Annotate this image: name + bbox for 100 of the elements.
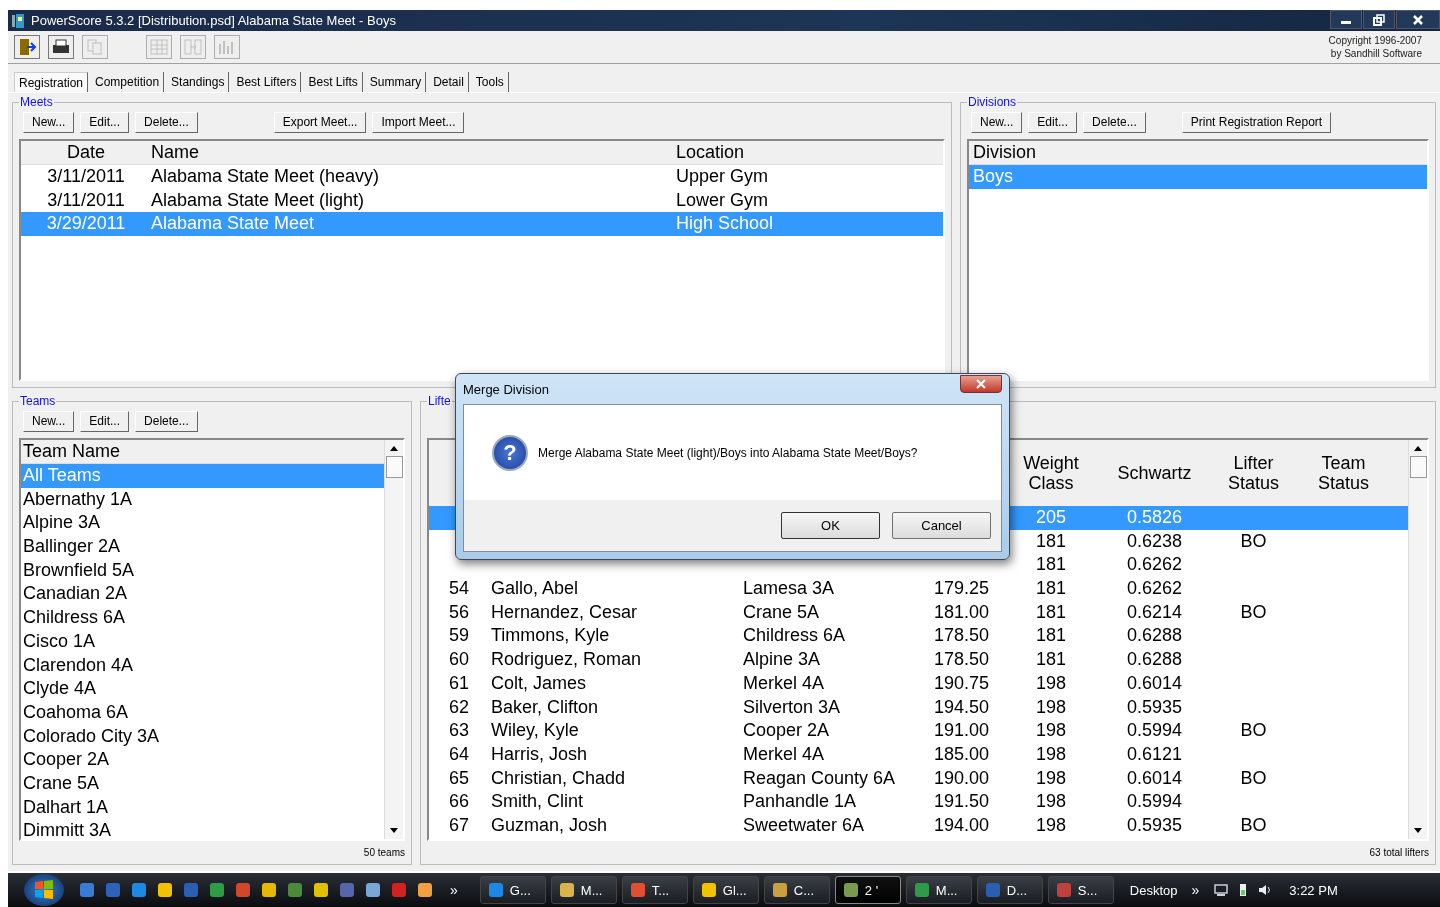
bodyweight-cell: 185.00 [933,743,989,764]
quick-launch-icon[interactable] [260,881,278,899]
team-row[interactable]: Ballinger 2A [21,535,384,559]
more-chevron[interactable]: » [450,882,458,898]
column-header[interactable]: Division [969,142,1037,162]
tab[interactable]: Best Lifters [232,72,302,92]
team-button[interactable]: Delete... [135,410,198,432]
column-header[interactable]: Schwartz [1113,463,1196,483]
team-row[interactable]: Abernathy 1A [21,487,384,512]
team-row[interactable]: Coahoma 6A [21,700,384,725]
team-button[interactable]: Edit... [80,410,130,432]
lifter-row[interactable]: 54 Gallo, Abel Lamesa 3A 179.25 181 0.6262 [429,577,1408,601]
lifter-row[interactable]: 60 Rodriguez, Roman Alpine 3A 178.50 181 0.6288 [429,648,1408,672]
meet-button[interactable]: New... [23,111,75,133]
tab[interactable]: Summary [365,72,427,92]
tab[interactable]: Tools [471,72,509,92]
team-row[interactable]: Crane 5A [21,771,384,796]
lifter-row[interactable]: 66 Smith, Clint Panhandle 1A 191.50 198 0.5994 [429,790,1408,814]
meet-button[interactable]: Export Meet... [273,111,367,133]
tab[interactable]: Registration [14,72,89,92]
quick-launch-icon[interactable] [156,881,174,899]
tab[interactable]: Standings [167,72,230,92]
bodyweight-cell: 178.50 [933,625,989,646]
meet-button[interactable]: Delete... [135,111,198,133]
taskbar-button[interactable]: T... [621,876,688,904]
scrollbar[interactable] [384,440,403,839]
schwartz-cell: 0.6288 [1126,649,1183,670]
lifter-row[interactable]: 67 Guzman, Josh Sweetwater 6A 194.00 198 0.5935 BO [429,813,1408,838]
quick-launch-icon[interactable] [130,881,148,899]
desktop-toolbar-label[interactable]: Desktop [1129,882,1178,898]
lifter-row[interactable]: 59 Timmons, Kyle Childress 6A 178.50 181 0.6288 [429,624,1408,649]
lifter-row[interactable]: 56 Hernandez, Cesar Crane 5A 181.00 181 0.6214 BO [429,600,1408,625]
column-header[interactable]: Name [151,141,676,164]
dialog-button[interactable]: OK [781,512,880,539]
bodyweight-cell: 191.00 [933,720,989,741]
lifter-row[interactable]: 65 Christian, Chadd Reagan County 6A 190.00 198 0.6014 BO [429,766,1408,791]
network-icon[interactable] [1213,882,1230,898]
print-tool-button[interactable] [48,35,74,59]
column-header[interactable]: Date [21,141,151,164]
team-row[interactable]: Canadian 2A [21,582,384,607]
taskbar-button[interactable]: M... [550,876,617,904]
column-header[interactable]: Location [676,141,943,164]
division-button[interactable]: Edit... [1028,111,1078,133]
taskbar-button[interactable]: Gl... [692,876,759,904]
quick-launch-icon[interactable] [416,881,434,899]
quick-launch-icon[interactable] [208,881,226,899]
taskbar-button[interactable]: 2 ' [834,876,901,904]
team-button[interactable]: New... [23,410,75,432]
tab[interactable]: Best Lifts [304,72,363,92]
quick-launch-icon[interactable] [312,881,330,899]
meet-button[interactable]: Import Meet... [372,111,465,133]
team-row[interactable]: Alpine 3A [21,511,384,536]
restore-button[interactable] [1363,10,1395,29]
taskbar-button[interactable]: G... [479,876,546,904]
scroll-thumb[interactable] [1409,456,1427,478]
team-row[interactable]: Clyde 4A [21,677,384,701]
name-cell: Harris, Josh [491,743,588,764]
column-header[interactable]: Team Status [1311,453,1376,493]
location-cell-text: High School [676,212,775,236]
meet-button[interactable]: Edit... [80,111,130,133]
division-button[interactable]: New... [971,111,1023,133]
lifter-row[interactable]: 63 Wiley, Kyle Cooper 2A 191.00 198 0.5994 BO [429,719,1408,743]
lifter-row[interactable]: 61 Colt, James Merkel 4A 190.75 198 0.6014 [429,671,1408,696]
exit-tool-button[interactable] [14,35,40,59]
team-cell: Lamesa 3A [743,578,835,599]
more-chevron[interactable]: » [1191,882,1200,898]
team-row[interactable]: Dimmitt 3A [21,819,384,839]
scroll-thumb[interactable] [385,456,403,478]
start-button[interactable] [24,874,64,906]
taskbar-button[interactable]: C... [763,876,830,904]
lifter-row[interactable]: 62 Baker, Clifton Silverton 3A 194.50 198 0.5935 [429,695,1408,720]
lifter-row[interactable]: 64 Harris, Josh Merkel 4A 185.00 198 0.6121 [429,742,1408,767]
division-button[interactable]: Delete... [1083,111,1146,133]
team-row[interactable]: Childress 6A [21,606,384,630]
team-row[interactable]: Cisco 1A [21,629,384,654]
close-button[interactable] [1396,10,1440,29]
team-row[interactable]: Clarendon 4A [21,653,384,678]
team-row[interactable]: Dalhart 1A [21,795,384,820]
schwartz-cell: 0.5826 [1126,507,1183,527]
tab[interactable]: Competition [91,72,165,92]
taskbar-button[interactable]: D... [976,876,1043,904]
taskbar-button[interactable]: S... [1047,876,1114,904]
minimize-button[interactable] [1330,10,1362,29]
column-header[interactable]: Lifter Status [1196,453,1311,493]
scrollbar[interactable] [1408,440,1427,839]
number-cell: 62 [449,696,470,717]
tab[interactable]: Detail [429,72,469,92]
quick-launch-icon[interactable] [364,881,382,899]
taskbar-button[interactable]: M... [905,876,972,904]
meet-row[interactable]: 3/11/2011 Alabama State Meet (heavy) Upper Gym [21,165,943,189]
dialog-button[interactable]: Cancel [892,512,991,539]
clock[interactable]: 3:22 PM [1289,882,1338,898]
date-cell-text: 3/11/2011 [46,188,126,212]
print-report-button[interactable]: Print Registration Report [1181,111,1332,133]
team-row[interactable]: Colorado City 3A [21,724,384,749]
number-cell: 54 [449,578,470,599]
close-button[interactable] [960,375,1002,393]
team-row[interactable]: Brownfield 5A [21,558,384,583]
team-row[interactable]: Cooper 2A [21,748,384,772]
meet-row[interactable]: 3/11/2011 Alabama State Meet (light) Lower Gym [21,188,943,213]
